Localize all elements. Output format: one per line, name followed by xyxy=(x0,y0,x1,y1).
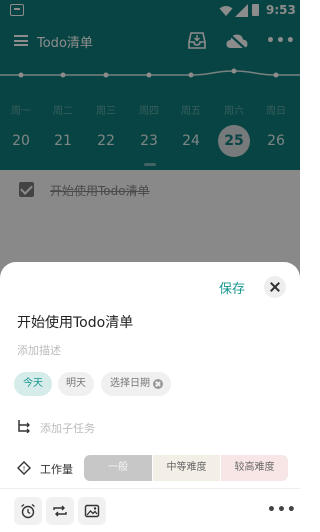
alarm-icon xyxy=(21,503,35,519)
clear-date-icon[interactable] xyxy=(153,379,163,389)
repeat-icon xyxy=(53,505,67,517)
workload-row: ! 工作量 一般 中等难度 较高难度 xyxy=(0,455,300,481)
task-title-input[interactable]: 开始使用Todo清单 xyxy=(17,312,133,332)
image-icon xyxy=(84,504,100,518)
image-button[interactable] xyxy=(78,497,106,525)
workload-option-medium[interactable]: 中等难度 xyxy=(153,455,220,481)
close-button[interactable] xyxy=(264,276,286,298)
more-icon[interactable]: ••• xyxy=(267,502,297,518)
chip-pick-date[interactable]: 选择日期 xyxy=(101,372,171,396)
subtask-icon xyxy=(18,420,30,433)
alarm-button[interactable] xyxy=(14,497,42,525)
repeat-button[interactable] xyxy=(46,497,74,525)
divider xyxy=(0,488,300,489)
subtask-input: 添加子任务 xyxy=(40,422,95,435)
svg-text:!: ! xyxy=(23,465,26,473)
sheet-toolbar: ••• xyxy=(0,497,300,525)
workload-option-hard[interactable]: 较高难度 xyxy=(221,455,288,481)
description-input[interactable]: 添加描述 xyxy=(17,342,61,358)
chip-pick-date-label: 选择日期 xyxy=(110,378,150,389)
workload-option-normal[interactable]: 一般 xyxy=(84,455,152,481)
save-button[interactable]: 保存 xyxy=(219,278,245,297)
chip-tomorrow[interactable]: 明天 xyxy=(58,372,94,396)
chip-today[interactable]: 今天 xyxy=(14,372,52,396)
task-edit-sheet: 保存 开始使用Todo清单 添加描述 今天 明天 选择日期 添加子任务 ! 工作… xyxy=(0,262,300,532)
diamond-icon: ! xyxy=(17,461,31,475)
subtask-row[interactable]: 添加子任务 xyxy=(0,416,300,438)
workload-label: 工作量 xyxy=(40,463,73,476)
